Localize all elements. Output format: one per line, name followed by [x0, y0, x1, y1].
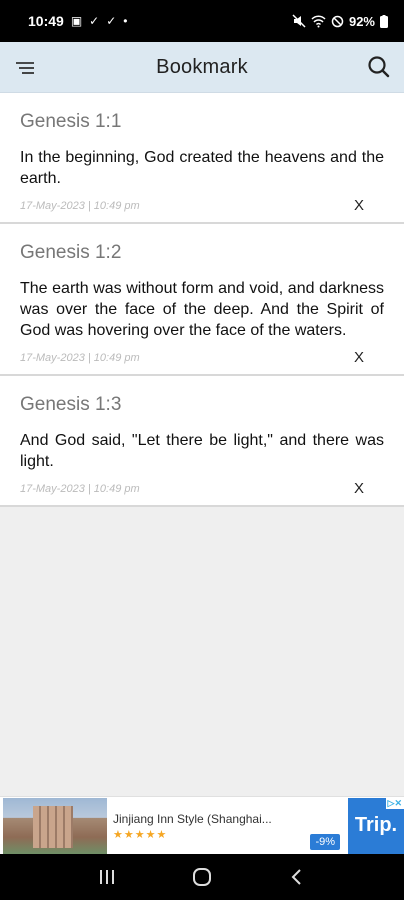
status-bar: 10:49 ▣ ✓ ✓ • 92%: [0, 0, 404, 42]
remove-bookmark-button[interactable]: X: [354, 480, 364, 497]
ad-brand-name: Trip.: [354, 814, 398, 836]
verse-text: In the beginning, God created the heaven…: [20, 149, 384, 187]
bookmark-meta: 17-May-2023 | 10:49 pm X: [20, 349, 384, 366]
bookmark-list: Genesis 1:1 In the beginning, God create…: [0, 93, 404, 507]
ad-text[interactable]: Jinjiang Inn Style (Shanghai... ★★★★★ -9…: [113, 798, 348, 854]
bookmark-meta: 17-May-2023 | 10:49 pm X: [20, 480, 384, 497]
ad-banner[interactable]: Jinjiang Inn Style (Shanghai... ★★★★★ -9…: [0, 796, 404, 854]
app-bar: Bookmark: [0, 42, 404, 93]
home-icon: [192, 868, 211, 886]
back-icon: [291, 869, 301, 885]
page-title: Bookmark: [156, 55, 248, 78]
ad-hotel-name: Jinjiang Inn Style (Shanghai...: [113, 811, 272, 826]
status-left: 10:49 ▣ ✓ ✓ •: [28, 13, 127, 29]
home-button[interactable]: [187, 862, 217, 892]
bookmark-date: 17-May-2023 | 10:49 pm: [20, 351, 140, 364]
mute-icon: [292, 14, 306, 28]
verse-text: And God said, "Let there be light," and …: [20, 432, 384, 470]
back-button[interactable]: [282, 862, 312, 892]
recent-apps-button[interactable]: [92, 862, 122, 892]
ad-brand-logo[interactable]: Trip. ▷✕: [348, 797, 404, 854]
remove-bookmark-button[interactable]: X: [354, 197, 364, 214]
bookmark-date: 17-May-2023 | 10:49 pm: [20, 482, 140, 495]
remove-bookmark-button[interactable]: X: [354, 349, 364, 366]
bookmark-meta: 17-May-2023 | 10:49 pm X: [20, 197, 384, 214]
system-nav-bar: [0, 854, 404, 900]
ad-star-rating: ★★★★★: [113, 828, 168, 841]
check-icon: ✓: [89, 14, 100, 28]
bookmark-date: 17-May-2023 | 10:49 pm: [20, 199, 140, 212]
verse-text: The earth was without form and void, and…: [20, 280, 384, 339]
ad-hotel-image[interactable]: [3, 797, 107, 854]
wifi-icon: [311, 15, 326, 28]
verse-reference: Genesis 1:2: [20, 242, 122, 263]
verse-reference: Genesis 1:1: [20, 111, 122, 132]
check-icon: ✓: [106, 14, 117, 28]
menu-icon[interactable]: [14, 56, 38, 80]
status-right: 92%: [292, 14, 388, 29]
battery-level: 92%: [348, 13, 375, 29]
dot-icon: •: [123, 14, 128, 28]
no-sign-icon: [331, 15, 344, 27]
battery-icon: [380, 14, 388, 28]
ad-discount-badge: -9%: [310, 833, 340, 850]
bookmark-card[interactable]: Genesis 1:1 In the beginning, God create…: [0, 93, 404, 224]
status-time: 10:49: [28, 13, 64, 29]
ad-choices-icon[interactable]: ▷✕: [385, 797, 404, 809]
recent-apps-icon: [100, 870, 115, 884]
verse-reference: Genesis 1:3: [20, 394, 122, 415]
bookmark-card[interactable]: Genesis 1:2 The earth was without form a…: [0, 224, 404, 376]
gallery-icon: ▣: [70, 14, 83, 28]
bookmark-card[interactable]: Genesis 1:3 And God said, "Let there be …: [0, 376, 404, 507]
search-icon[interactable]: [366, 54, 392, 80]
